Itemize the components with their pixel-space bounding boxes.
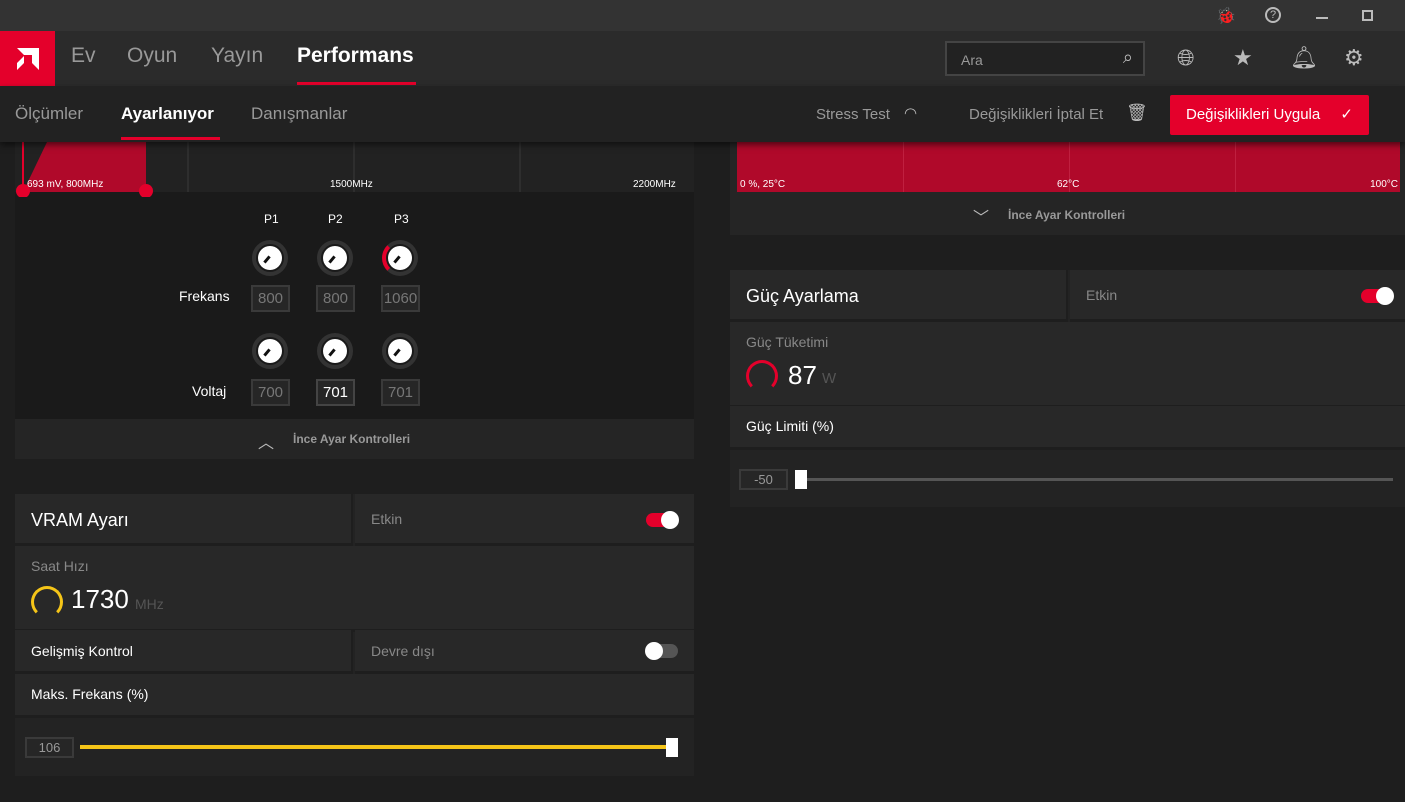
power-limit-slider-handle[interactable] <box>795 470 807 489</box>
globe-icon[interactable]: 🌐︎ <box>1177 45 1195 71</box>
bell-icon[interactable]: 🔔︎ <box>1290 45 1318 71</box>
vram-status: Etkin <box>371 511 403 527</box>
sub-nav: Ölçümler Ayarlanıyor Danışmanlar Stress … <box>0 86 1405 142</box>
chart-label-end: 2200MHz <box>633 179 676 190</box>
tab-yayin[interactable]: Yayın <box>211 44 263 68</box>
max-freq-slider-handle[interactable] <box>666 738 678 757</box>
chevron-down-icon[interactable]: ﹀ <box>973 204 989 228</box>
stress-test-button[interactable]: Stress Test <box>816 106 890 123</box>
freq-knob-p2[interactable] <box>317 240 353 276</box>
power-toggle[interactable] <box>1361 287 1394 305</box>
volt-input-p3[interactable]: 701 <box>381 379 420 406</box>
max-freq-label: Maks. Frekans (%) <box>31 686 149 702</box>
fan-fine-tune-label[interactable]: İnce Ayar Kontrolleri <box>1008 208 1125 222</box>
discard-changes-button[interactable]: Değişiklikleri İptal Et <box>969 106 1103 123</box>
title-bar: 🐞 ? <box>0 0 1405 31</box>
power-status: Etkin <box>1086 287 1118 303</box>
bug-icon[interactable]: 🐞 <box>1216 6 1236 26</box>
max-freq-value[interactable]: 106 <box>25 737 74 758</box>
tab-oyun[interactable]: Oyun <box>127 44 177 68</box>
power-limit-slider[interactable] <box>800 478 1393 481</box>
trash-icon[interactable]: 🗑︎ <box>1126 103 1148 123</box>
vram-title: VRAM Ayarı <box>31 510 129 530</box>
volt-knob-p2[interactable] <box>317 333 353 369</box>
frequency-label: Frekans <box>179 288 230 304</box>
tab-ayarlaniyor[interactable]: Ayarlanıyor <box>121 104 214 124</box>
fan-label-mid: 62°C <box>1057 179 1080 190</box>
vram-toggle[interactable] <box>646 511 679 529</box>
fine-tune-label: İnce Ayar Kontrolleri <box>293 432 411 446</box>
restore-icon[interactable] <box>1362 10 1373 21</box>
chevron-up-icon: ︿ <box>258 435 275 452</box>
freq-input-p2[interactable]: 800 <box>316 285 355 312</box>
fan-label-start: 0 %, 25°C <box>740 179 786 190</box>
max-freq-slider[interactable] <box>80 745 672 749</box>
power-title: Güç Ayarlama <box>746 286 859 306</box>
fan-curve-chart[interactable]: 0 %, 25°C 62°C 100°C <box>737 142 1400 192</box>
tab-ev[interactable]: Ev <box>71 44 96 68</box>
volt-input-p1[interactable]: 700 <box>251 379 290 406</box>
voltage-curve-chart[interactable]: 693 mV, 800MHz 1500MHz 2200MHz <box>15 142 694 197</box>
apply-changes-button[interactable]: Değişiklikleri Uygula ✓ <box>1170 95 1369 135</box>
power-usage-unit: W <box>822 370 837 387</box>
advanced-label: Gelişmiş Kontrol <box>31 643 133 659</box>
freq-knob-p1[interactable] <box>252 240 288 276</box>
power-limit-value[interactable]: -50 <box>739 469 788 490</box>
clock-gauge-icon <box>31 586 63 618</box>
freq-input-p1[interactable]: 800 <box>251 285 290 312</box>
active-subtab-indicator <box>121 137 220 140</box>
freq-knob-p3[interactable] <box>382 240 418 276</box>
fine-tune-toggle[interactable]: ︿ İnce Ayar Kontrolleri <box>15 419 694 459</box>
freq-input-p3[interactable]: 1060 <box>381 285 420 312</box>
search-input[interactable]: Ara ⌕ <box>945 41 1145 76</box>
minimize-icon[interactable] <box>1316 17 1328 19</box>
tab-olcumler[interactable]: Ölçümler <box>15 104 83 124</box>
power-gauge-icon <box>746 360 778 392</box>
help-icon[interactable]: ? <box>1265 7 1281 23</box>
active-tab-indicator <box>297 82 416 85</box>
state-label: P1 <box>264 212 279 226</box>
clock-value: 1730 <box>71 584 129 614</box>
tab-performans[interactable]: Performans <box>297 44 414 68</box>
gear-icon[interactable]: ⚙ <box>1344 45 1364 71</box>
search-icon[interactable]: ⌕ <box>1123 47 1133 68</box>
chart-label-start: 693 mV, 800MHz <box>27 179 104 190</box>
power-limit-label: Güç Limiti (%) <box>746 418 834 434</box>
clock-unit: MHz <box>135 596 164 612</box>
vram-card: VRAM Ayarı Etkin Saat Hızı 1730 MHz Geli… <box>15 494 694 776</box>
advanced-toggle[interactable] <box>645 642 678 660</box>
advanced-status: Devre dışı <box>371 643 435 659</box>
clock-label: Saat Hızı <box>31 558 89 574</box>
check-icon: ✓ <box>1340 106 1353 123</box>
power-card: Güç Ayarlama Etkin Güç Tüketimi 87 W Güç… <box>730 270 1405 507</box>
amd-logo[interactable] <box>0 31 55 86</box>
volt-knob-p1[interactable] <box>252 333 288 369</box>
volt-knob-p3[interactable] <box>382 333 418 369</box>
gauge-icon[interactable]: ◠ <box>904 104 917 122</box>
voltage-label: Voltaj <box>192 383 227 399</box>
search-placeholder: Ara <box>961 52 983 68</box>
tab-danismanlar[interactable]: Danışmanlar <box>251 104 347 124</box>
chart-label-mid: 1500MHz <box>330 179 373 190</box>
fan-tuning-panel: 0 %, 25°C 62°C 100°C ﹀ İnce Ayar Kontrol… <box>730 142 1405 235</box>
fan-label-end: 100°C <box>1370 179 1398 190</box>
star-icon[interactable]: ★ <box>1233 45 1253 71</box>
apply-label: Değişiklikleri Uygula <box>1186 106 1321 123</box>
volt-input-p2[interactable]: 701 <box>316 379 355 406</box>
state-label: P2 <box>328 212 343 226</box>
power-usage-label: Güç Tüketimi <box>746 334 829 350</box>
state-label: P3 <box>394 212 409 226</box>
power-usage-value: 87 <box>788 360 817 390</box>
gpu-tuning-panel: 693 mV, 800MHz 1500MHz 2200MHz P1 P2 P3 … <box>15 142 694 419</box>
